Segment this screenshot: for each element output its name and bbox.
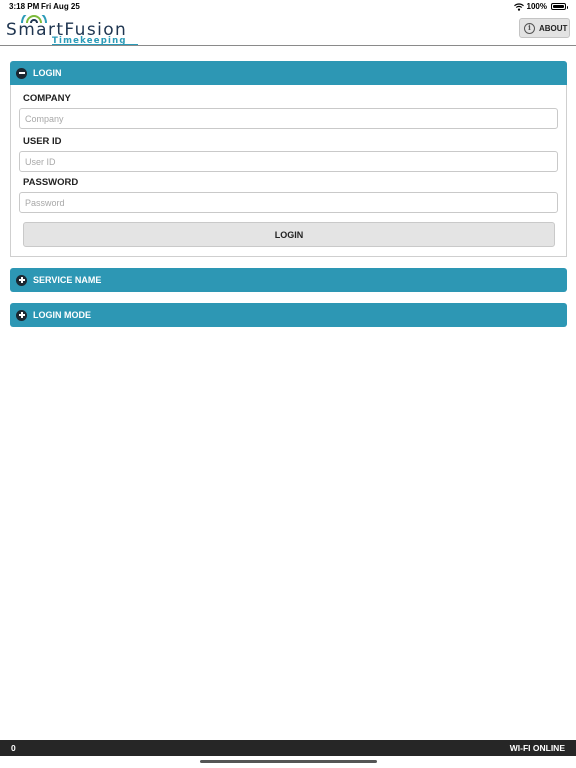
minus-circle-icon [16,67,27,79]
login-button[interactable]: LOGIN [23,222,555,247]
login-section-header[interactable]: LOGIN [10,61,567,85]
status-date: Fri Aug 25 [41,2,80,11]
company-input[interactable] [19,108,558,129]
login-mode-title: LOGIN MODE [33,310,91,320]
login-panel: COMPANY USER ID PASSWORD LOGIN [10,85,567,257]
user-id-label: USER ID [23,136,62,147]
status-time: 3:18 PM [9,2,40,11]
company-label: COMPANY [23,93,71,104]
about-label: ABOUT [539,23,568,33]
smartfusion-logo: SmartFusion Timekeeping [6,15,146,46]
plus-circle-icon [16,309,27,321]
login-section-title: LOGIN [33,68,62,78]
about-button[interactable]: i ABOUT [519,18,570,38]
battery-percent: 100% [526,2,547,11]
status-right: 100% [513,2,568,11]
status-footer: 0 WI-FI ONLINE [0,740,576,756]
home-indicator[interactable] [200,760,377,763]
plus-circle-icon [16,274,27,286]
footer-count: 0 [11,743,16,753]
wifi-icon [513,2,524,11]
service-name-section-header[interactable]: SERVICE NAME [10,268,567,292]
app-header: SmartFusion Timekeeping i ABOUT [0,14,576,46]
password-label: PASSWORD [23,177,79,188]
status-bar: 3:18 PM Fri Aug 25 100% [0,0,576,14]
logo-underline [52,44,138,45]
info-icon: i [524,22,535,34]
service-name-title: SERVICE NAME [33,275,102,285]
user-id-input[interactable] [19,151,558,172]
connection-status: WI-FI ONLINE [509,743,565,753]
login-mode-section-header[interactable]: LOGIN MODE [10,303,567,327]
battery-icon [551,3,568,10]
password-input[interactable] [19,192,558,213]
